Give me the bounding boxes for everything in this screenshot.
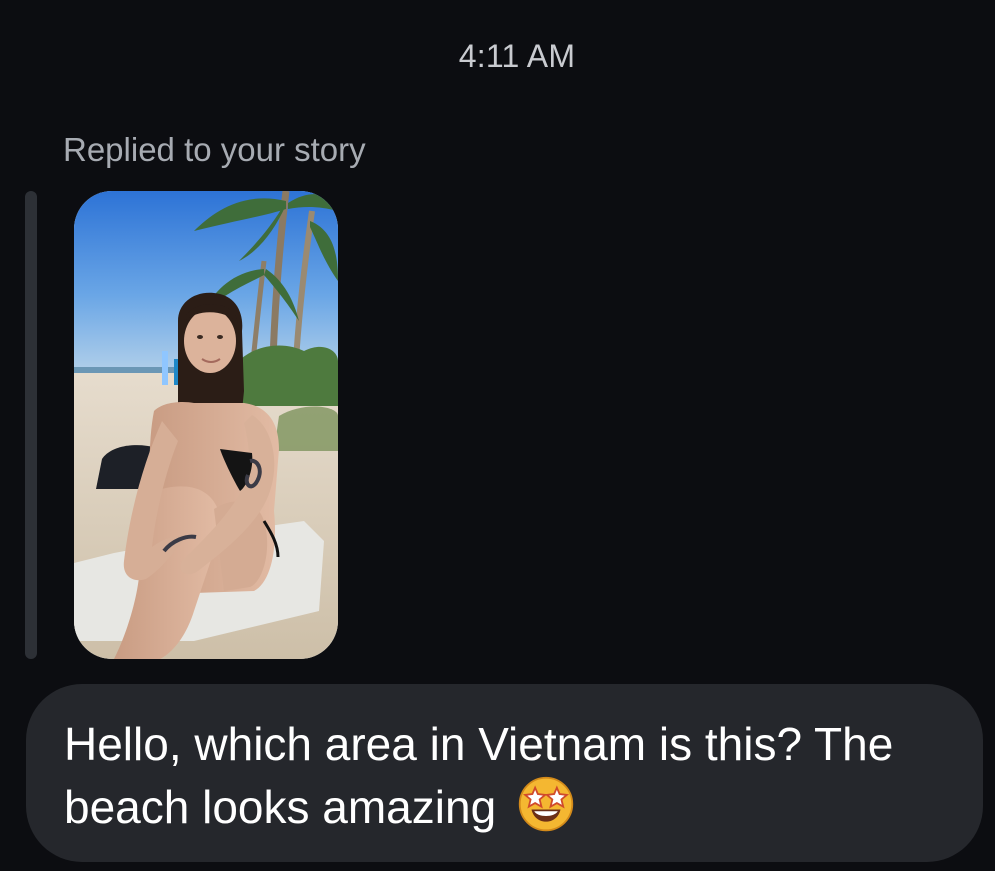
message-text-container: Hello, which area in Vietnam is this? Th… — [64, 714, 954, 838]
message-bubble[interactable]: Hello, which area in Vietnam is this? Th… — [26, 684, 983, 862]
message-timestamp: 4:11 AM — [458, 38, 576, 74]
star-struck-emoji — [518, 776, 574, 832]
beach-photo — [74, 191, 338, 659]
story-reply-label: Replied to your story — [63, 131, 366, 168]
reply-indicator-bar — [25, 191, 37, 659]
story-thumbnail[interactable] — [74, 191, 338, 659]
message-text: Hello, which area in Vietnam is this? Th… — [64, 718, 894, 833]
